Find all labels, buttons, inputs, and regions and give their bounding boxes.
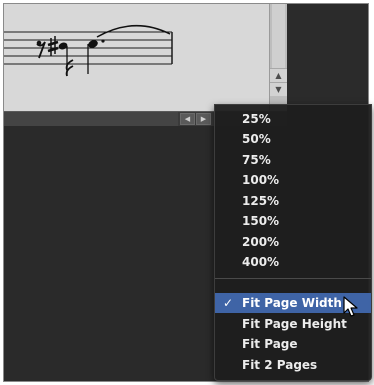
menu-separator <box>215 278 371 279</box>
checkmark-icon: ✓ <box>223 296 234 310</box>
side-panel-background <box>287 4 368 111</box>
menu-item-zoom-100[interactable]: 100% <box>215 170 371 190</box>
triangle-left-icon: ◀ <box>184 115 191 123</box>
tied-note-icon <box>87 24 171 74</box>
score-view[interactable] <box>4 4 269 111</box>
sharp-icon <box>47 36 59 56</box>
menu-item-fit-page[interactable]: Fit Page <box>215 334 371 354</box>
triangle-right-icon: ▶ <box>200 115 207 123</box>
menu-item-zoom-75[interactable]: 75% <box>215 150 371 170</box>
menu-item-label: Fit Page Width <box>242 296 342 310</box>
horizontal-scroll-track[interactable] <box>4 112 178 126</box>
mouse-pointer-icon <box>343 296 358 317</box>
sixteenth-note-icon <box>58 42 74 77</box>
zoom-menu: 25% 50% 75% 100% 125% 150% 200% 400% ✓ F… <box>214 104 372 381</box>
menu-item-zoom-200[interactable]: 200% <box>215 232 371 252</box>
menu-item-zoom-150[interactable]: 150% <box>215 211 371 231</box>
scroll-up-button[interactable]: ▲ <box>270 68 287 82</box>
menu-item-zoom-125[interactable]: 125% <box>215 191 371 211</box>
scroll-down-button[interactable]: ▼ <box>270 82 287 96</box>
vertical-scrollbar[interactable]: ▲ ▼ <box>269 4 287 111</box>
scroll-left-button[interactable]: ◀ <box>180 113 195 125</box>
music-score <box>4 24 173 77</box>
vertical-scroll-track[interactable] <box>272 4 285 68</box>
scroll-right-button[interactable]: ▶ <box>196 113 211 125</box>
menu-item-fit-2-pages[interactable]: Fit 2 Pages <box>215 355 371 375</box>
menu-item-zoom-25[interactable]: 25% <box>215 109 371 129</box>
menu-item-zoom-400[interactable]: 400% <box>215 252 371 272</box>
menu-item-zoom-50[interactable]: 50% <box>215 129 371 149</box>
triangle-down-icon: ▼ <box>275 85 282 94</box>
triangle-up-icon: ▲ <box>275 71 282 80</box>
eighth-rest-icon <box>36 40 46 59</box>
